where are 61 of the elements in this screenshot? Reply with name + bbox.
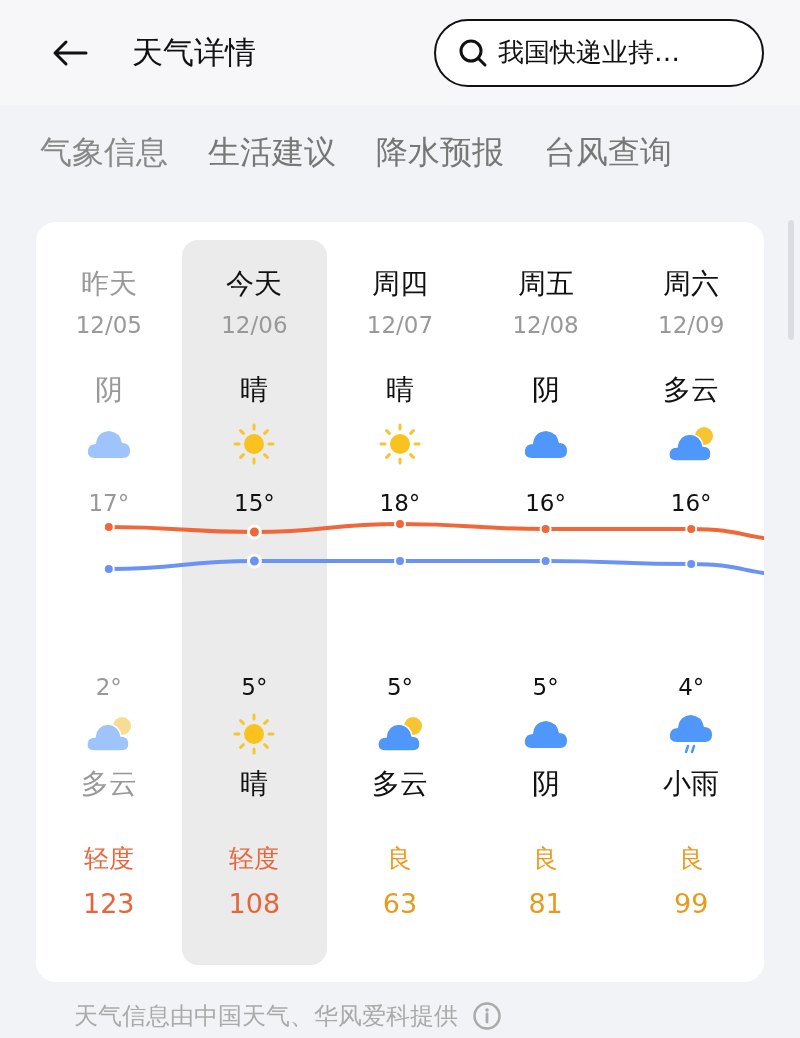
cloud-sun-icon — [668, 426, 715, 462]
day-label: 周四 — [372, 266, 428, 302]
weather-label: 多云 — [372, 766, 428, 802]
tab[interactable]: 降水预报 — [376, 131, 504, 195]
air-quality-index: 99 — [674, 887, 709, 921]
weather-label: 阴 — [531, 372, 560, 408]
high-temperature: 17° — [88, 489, 130, 518]
rain-cloud-icon — [669, 714, 714, 754]
air-quality-label: 良 — [387, 843, 413, 875]
date-label: 12/09 — [658, 311, 725, 340]
air-quality-index: 81 — [528, 887, 563, 921]
weather-label: 多云 — [80, 766, 137, 802]
weather-label: 阴 — [531, 766, 560, 802]
weather-label: 晴 — [386, 372, 414, 408]
weather-label: 晴 — [240, 766, 269, 802]
day-column[interactable]: 周五 12/08 阴 16° 5° 阴 良 81 — [472, 240, 619, 965]
air-quality-label: 轻度 — [229, 843, 280, 875]
air-quality-label: 轻度 — [83, 843, 134, 875]
cloud-sun-icon — [377, 716, 423, 752]
cloud-icon — [86, 428, 131, 460]
air-quality-label: 良 — [533, 843, 559, 875]
date-label: 12/07 — [366, 311, 434, 340]
search-icon — [458, 37, 488, 68]
air-quality-index: 63 — [382, 887, 418, 921]
high-temperature: 16° — [525, 489, 566, 518]
day-label: 今天 — [226, 266, 283, 302]
air-quality-index: 123 — [83, 887, 135, 921]
day-label: 昨天 — [80, 266, 137, 302]
sun-icon — [232, 712, 277, 756]
low-temperature: 2° — [95, 673, 122, 702]
date-label: 12/06 — [221, 311, 288, 340]
low-temperature: 5° — [532, 673, 559, 702]
weather-label: 阴 — [94, 372, 123, 408]
tab[interactable]: 台风查询 — [544, 131, 672, 195]
high-temperature: 16° — [670, 489, 712, 518]
page-title: 天气详情 — [132, 32, 256, 72]
low-temperature: 5° — [241, 673, 268, 702]
day-label: 周五 — [517, 266, 574, 302]
sun-icon — [232, 422, 277, 466]
low-temperature: 4° — [678, 673, 705, 702]
cloud-icon — [523, 428, 568, 460]
selected-column[interactable]: 今天 12/06 晴 15° 5° 晴 轻度 108 — [181, 240, 328, 965]
cloud-icon — [523, 718, 568, 750]
source-note: 天气信息由中国天气、华风爱科提供 — [74, 1001, 458, 1032]
sun-icon — [378, 422, 422, 466]
low-temperature: 5° — [386, 673, 414, 702]
day-column[interactable]: 周四 12/07 晴 18° 5° 多云 良 63 — [327, 240, 473, 965]
weather-label: 晴 — [240, 372, 269, 408]
date-label: 12/05 — [75, 311, 142, 340]
date-label: 12/08 — [512, 311, 579, 340]
high-temperature: 18° — [379, 489, 421, 518]
air-quality-label: 良 — [678, 843, 704, 875]
day-column[interactable]: 周六 12/09 多云 16° 4° 小雨 良 99 — [618, 240, 764, 965]
weather-label: 小雨 — [663, 766, 720, 802]
air-quality-index: 108 — [228, 887, 281, 921]
search-field[interactable]: 我国快递业持… — [434, 18, 764, 87]
weather-label: 多云 — [663, 372, 720, 408]
day-label: 周六 — [663, 266, 720, 302]
high-temperature: 15° — [234, 489, 275, 518]
tab[interactable]: 生活建议 — [208, 131, 336, 195]
cloud-sun-icon — [85, 716, 132, 752]
